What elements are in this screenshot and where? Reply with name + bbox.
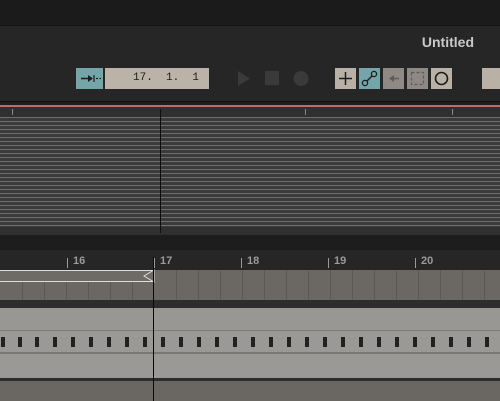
loop-button[interactable] bbox=[407, 68, 428, 89]
midi-note[interactable] bbox=[18, 337, 22, 347]
back-to-arrangement-icon bbox=[389, 75, 399, 82]
overview-playhead bbox=[160, 109, 161, 233]
grid-line bbox=[418, 270, 419, 300]
automation-icon bbox=[361, 70, 378, 87]
grid-line bbox=[352, 270, 353, 300]
grid-line bbox=[440, 270, 441, 300]
midi-note[interactable] bbox=[125, 337, 129, 347]
bar-tick bbox=[241, 258, 242, 268]
bar-label-16: 16 bbox=[73, 255, 86, 267]
midi-note[interactable] bbox=[233, 337, 237, 347]
clip-divider bbox=[0, 352, 500, 354]
back-to-arrangement-button[interactable] bbox=[383, 68, 404, 89]
play-icon bbox=[238, 71, 250, 86]
track-separator bbox=[0, 300, 500, 308]
overview-tick bbox=[452, 109, 453, 115]
record-button[interactable] bbox=[292, 68, 310, 89]
bar-tick bbox=[154, 258, 155, 268]
overview-tick bbox=[305, 109, 306, 115]
midi-note[interactable] bbox=[359, 337, 363, 347]
overview-tick bbox=[12, 109, 13, 115]
midi-note[interactable] bbox=[179, 337, 183, 347]
midi-note[interactable] bbox=[53, 337, 57, 347]
grid-line bbox=[264, 270, 265, 300]
punch-icon bbox=[434, 71, 449, 86]
grid-line bbox=[242, 270, 243, 300]
automation-arm-button[interactable] bbox=[359, 68, 380, 89]
midi-note[interactable] bbox=[377, 337, 381, 347]
midi-note[interactable] bbox=[287, 337, 291, 347]
midi-note[interactable] bbox=[485, 337, 489, 347]
midi-note[interactable] bbox=[467, 337, 471, 347]
midi-note[interactable] bbox=[431, 337, 435, 347]
follow-button[interactable] bbox=[76, 68, 103, 89]
arrangement-playhead[interactable] bbox=[153, 257, 154, 401]
clip-header[interactable] bbox=[0, 308, 500, 331]
grid-line bbox=[330, 270, 331, 300]
play-button[interactable] bbox=[236, 68, 252, 89]
midi-note[interactable] bbox=[395, 337, 399, 347]
grid-line bbox=[220, 270, 221, 300]
bar-label-18: 18 bbox=[247, 255, 260, 267]
loop-icon bbox=[410, 71, 425, 86]
midi-note[interactable] bbox=[143, 337, 147, 347]
bar-tick bbox=[415, 258, 416, 268]
midi-notes bbox=[0, 337, 500, 347]
midi-note[interactable] bbox=[449, 337, 453, 347]
window-title: Untitled bbox=[421, 34, 474, 50]
midi-note[interactable] bbox=[413, 337, 417, 347]
midi-note[interactable] bbox=[251, 337, 255, 347]
midi-note[interactable] bbox=[305, 337, 309, 347]
bar-label-20: 20 bbox=[421, 255, 434, 267]
bar-tick bbox=[328, 258, 329, 268]
grid-line bbox=[484, 270, 485, 300]
stop-icon bbox=[265, 71, 279, 85]
arrangement-overview[interactable] bbox=[0, 105, 500, 237]
draw-mode-button[interactable] bbox=[335, 68, 356, 89]
grid-line bbox=[462, 270, 463, 300]
midi-note[interactable] bbox=[341, 337, 345, 347]
bar-tick bbox=[67, 258, 68, 268]
midi-note[interactable] bbox=[269, 337, 273, 347]
overview-track-lines bbox=[0, 117, 500, 227]
midi-note[interactable] bbox=[323, 337, 327, 347]
grid-line bbox=[286, 270, 287, 300]
midi-note[interactable] bbox=[35, 337, 39, 347]
midi-note[interactable] bbox=[89, 337, 93, 347]
stop-button[interactable] bbox=[264, 68, 280, 89]
follow-arrow-icon bbox=[81, 75, 101, 82]
extra-toolbar-button[interactable] bbox=[482, 68, 500, 89]
grid-line bbox=[374, 270, 375, 300]
grid-line bbox=[308, 270, 309, 300]
loop-brace[interactable] bbox=[0, 270, 154, 282]
grid-line bbox=[176, 270, 177, 300]
arrangement-position-field[interactable]: 17. 1. 1 bbox=[105, 68, 209, 89]
draw-mode-icon bbox=[339, 72, 352, 85]
title-bar: Untitled bbox=[0, 25, 500, 58]
lower-track-lane[interactable] bbox=[0, 378, 500, 401]
grid-line bbox=[396, 270, 397, 300]
record-icon bbox=[293, 71, 309, 86]
midi-note[interactable] bbox=[107, 337, 111, 347]
midi-note[interactable] bbox=[215, 337, 219, 347]
bar-label-17: 17 bbox=[160, 255, 173, 267]
grid-line bbox=[198, 270, 199, 300]
transport-toolbar: 17. 1. 1 bbox=[0, 57, 500, 102]
beat-time-ruler[interactable]: 16 17 18 19 20 bbox=[0, 250, 500, 270]
midi-note[interactable] bbox=[161, 337, 165, 347]
midi-note[interactable] bbox=[197, 337, 201, 347]
midi-note[interactable] bbox=[1, 337, 5, 347]
midi-note[interactable] bbox=[71, 337, 75, 347]
panel-gap bbox=[0, 235, 500, 250]
punch-button[interactable] bbox=[431, 68, 452, 89]
bar-label-19: 19 bbox=[334, 255, 347, 267]
top-strip bbox=[0, 0, 500, 25]
